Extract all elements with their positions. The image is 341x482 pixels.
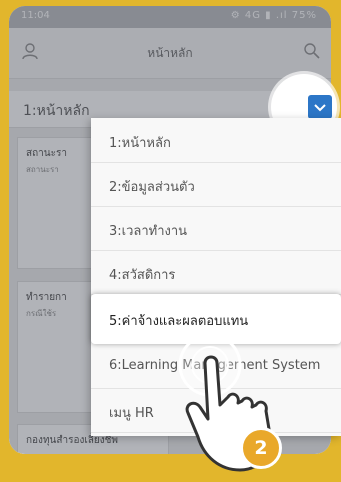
chevron-down-icon bbox=[314, 104, 326, 112]
dropdown-button-highlight[interactable] bbox=[308, 95, 332, 119]
menu-item-welfare[interactable]: 4:สวัสดิการ bbox=[91, 250, 341, 295]
menu-item-work-time[interactable]: 3:เวลาทำงาน bbox=[91, 206, 341, 251]
menu-item-label: เมนู HR bbox=[109, 406, 154, 421]
menu-item-personal-info[interactable]: 2:ข้อมูลส่วนตัว bbox=[91, 162, 341, 207]
menu-item-home[interactable]: 1:หน้าหลัก bbox=[91, 118, 341, 163]
menu-item-label: 4:สวัสดิการ bbox=[109, 268, 176, 283]
menu-item-label: 3:เวลาทำงาน bbox=[109, 224, 188, 239]
menu-item-label: 1:หน้าหลัก bbox=[109, 136, 171, 151]
menu-item-label: 2:ข้อมูลส่วนตัว bbox=[109, 180, 195, 195]
step-number-badge: 2 bbox=[240, 427, 282, 469]
